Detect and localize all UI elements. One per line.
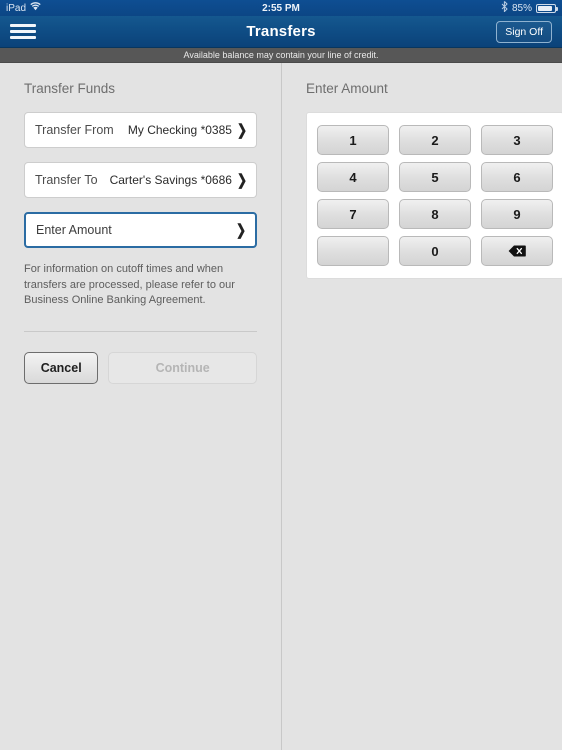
- key-3[interactable]: 3: [481, 125, 553, 155]
- cutoff-times-disclaimer: For information on cutoff times and when…: [24, 263, 235, 307]
- enter-amount-pane: Enter Amount 123 456 7890: [282, 63, 562, 750]
- section-divider: [24, 330, 257, 332]
- key-0[interactable]: 0: [399, 236, 471, 266]
- bluetooth-icon: [501, 1, 508, 15]
- available-balance-notice: Available balance may contain your line …: [0, 48, 562, 63]
- key-8[interactable]: 8: [399, 199, 471, 229]
- hamburger-menu-icon[interactable]: [10, 22, 36, 42]
- key-4[interactable]: 4: [317, 162, 389, 192]
- backspace-icon: [508, 245, 526, 257]
- transfer-from-label: Transfer From: [35, 123, 114, 137]
- hamburger-bar: [10, 24, 36, 27]
- sign-off-button[interactable]: Sign Off: [496, 20, 552, 43]
- action-buttons: Cancel Continue: [24, 351, 257, 384]
- transfer-to-value: Carter's Savings *0686: [109, 173, 232, 187]
- numeric-keypad: 123 456 7890: [317, 125, 553, 266]
- key-5[interactable]: 5: [399, 162, 471, 192]
- transfer-to-label: Transfer To: [35, 173, 98, 187]
- key-1[interactable]: 1: [317, 125, 389, 155]
- key-6[interactable]: 6: [481, 162, 553, 192]
- chevron-right-icon: ❯: [235, 221, 246, 239]
- key-7[interactable]: 7: [317, 199, 389, 229]
- enter-amount-heading: Enter Amount: [306, 81, 388, 96]
- continue-button: Continue: [108, 351, 257, 384]
- transfer-funds-pane: Transfer Funds Transfer From My Checking…: [0, 63, 282, 750]
- key-backspace[interactable]: [481, 236, 553, 266]
- status-bar-time: 2:55 PM: [262, 2, 300, 14]
- chevron-right-icon: ❯: [236, 171, 247, 189]
- main-content: Transfer Funds Transfer From My Checking…: [0, 63, 562, 750]
- navigation-bar: Transfers Sign Off: [0, 16, 562, 48]
- transfer-funds-heading: Transfer Funds: [24, 81, 116, 96]
- battery-percent-label: 85%: [511, 2, 532, 14]
- enter-amount-label: Enter Amount: [36, 223, 112, 237]
- page-title: Transfers: [246, 23, 316, 40]
- hamburger-bar: [10, 30, 36, 33]
- transfer-to-field[interactable]: Transfer To Carter's Savings *0686 ❯: [24, 162, 257, 198]
- battery-icon: [536, 3, 558, 13]
- status-bar-right: 85%: [501, 1, 558, 15]
- transfer-from-value: My Checking *0385: [127, 123, 232, 137]
- transfer-from-field[interactable]: Transfer From My Checking *0385 ❯: [24, 112, 257, 148]
- key-9[interactable]: 9: [481, 199, 553, 229]
- status-bar: iPad 2:55 PM 85%: [0, 0, 562, 16]
- enter-amount-field[interactable]: Enter Amount ❯: [24, 212, 257, 248]
- cancel-button[interactable]: Cancel: [24, 351, 99, 384]
- chevron-right-icon: ❯: [236, 121, 247, 139]
- key-blank: [317, 236, 389, 266]
- numeric-keypad-card: 123 456 7890: [306, 112, 562, 279]
- hamburger-bar: [10, 36, 36, 39]
- key-2[interactable]: 2: [399, 125, 471, 155]
